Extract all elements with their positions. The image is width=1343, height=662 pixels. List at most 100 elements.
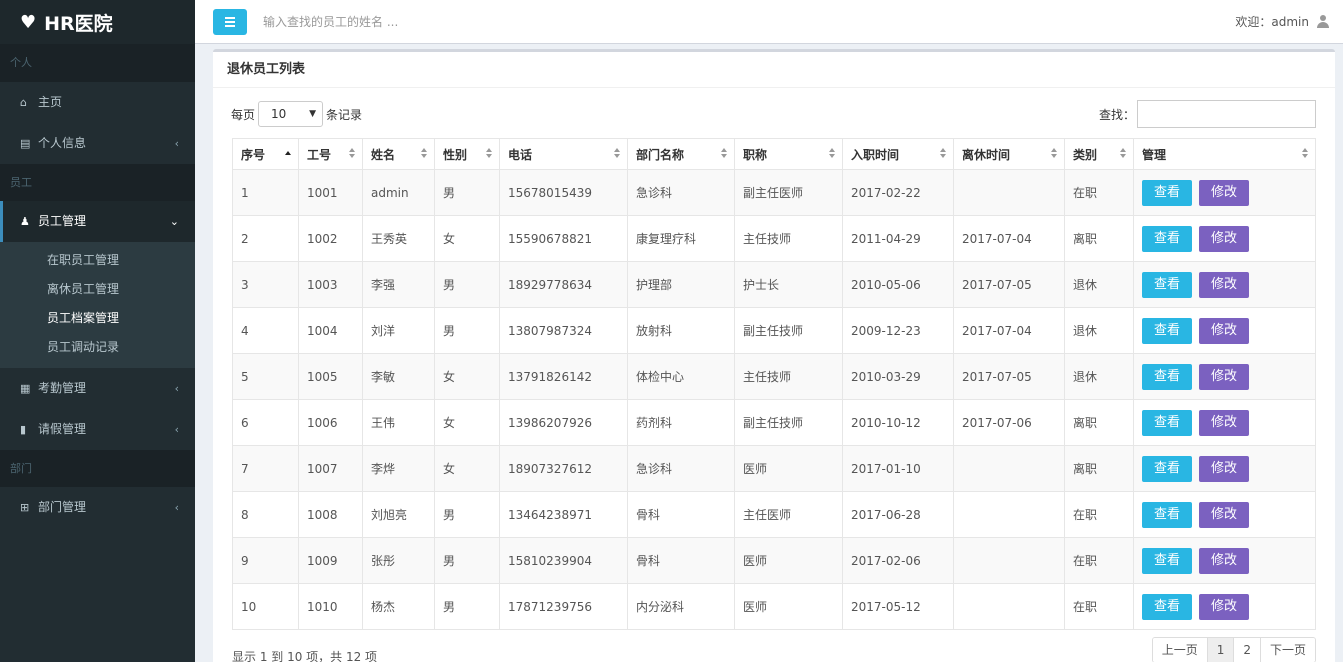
- col-header-index[interactable]: 序号: [232, 138, 299, 170]
- cell-actions: 查看 修改: [1133, 491, 1316, 538]
- col-header-label: 姓名: [371, 147, 396, 162]
- cell-title: 主任技师: [734, 353, 843, 400]
- table-search-input[interactable]: [1137, 100, 1316, 128]
- sort-icon: [721, 148, 728, 160]
- cell-title: 护士长: [734, 261, 843, 308]
- cell-dept: 体检中心: [627, 353, 735, 400]
- cell-phone: 13986207926: [499, 399, 628, 446]
- sidebar-item-label: 请假管理: [38, 422, 87, 436]
- col-header-id[interactable]: 工号: [298, 138, 363, 170]
- submenu-item-archives[interactable]: 员工档案管理: [0, 304, 195, 333]
- view-button[interactable]: 查看: [1142, 225, 1193, 252]
- chevron-down-icon: ⌄: [169, 215, 179, 228]
- cell-category: 在职: [1064, 537, 1134, 584]
- edit-button[interactable]: 修改: [1199, 409, 1250, 436]
- table-info: 显示 1 到 10 项，共 12 项: [232, 649, 378, 662]
- view-button[interactable]: 查看: [1142, 363, 1193, 390]
- cell-actions: 查看 修改: [1133, 353, 1316, 400]
- section-header-employee: 员工: [0, 164, 195, 201]
- edit-button[interactable]: 修改: [1199, 593, 1250, 620]
- view-button[interactable]: 查看: [1142, 409, 1193, 436]
- cell-title: 主任技师: [734, 215, 843, 262]
- view-button[interactable]: 查看: [1142, 593, 1193, 620]
- cell-gender: 男: [434, 537, 500, 584]
- edit-button[interactable]: 修改: [1199, 225, 1250, 252]
- col-header-gender[interactable]: 性别: [434, 138, 500, 170]
- edit-button[interactable]: 修改: [1199, 501, 1250, 528]
- cell-gender: 男: [434, 261, 500, 308]
- view-button[interactable]: 查看: [1142, 317, 1193, 344]
- cell-gender: 女: [434, 353, 500, 400]
- cell-actions: 查看 修改: [1133, 399, 1316, 446]
- cell-actions: 查看 修改: [1133, 307, 1316, 354]
- cell-category: 退休: [1064, 307, 1134, 354]
- col-header-phone[interactable]: 电话: [499, 138, 628, 170]
- page-button-2[interactable]: 2: [1233, 638, 1260, 662]
- sidebar-item-profile[interactable]: ▤ 个人信息 ‹: [0, 123, 195, 164]
- view-button[interactable]: 查看: [1142, 179, 1193, 206]
- app-logo[interactable]: ♥ HR医院: [0, 0, 195, 44]
- edit-button[interactable]: 修改: [1199, 179, 1250, 206]
- sidebar-item-leave[interactable]: ▮ 请假管理 ‹: [0, 409, 195, 450]
- submenu-item-retired-staff[interactable]: 离休员工管理: [0, 275, 195, 304]
- sitemap-icon: ⊞: [20, 501, 30, 514]
- edit-button[interactable]: 修改: [1199, 271, 1250, 298]
- sidebar: ♥ HR医院 个人 ⌂ 主页 ▤ 个人信息 ‹ 员工 ♟ 员工管理 ⌄ 在职员工…: [0, 0, 195, 662]
- view-button[interactable]: 查看: [1142, 547, 1193, 574]
- edit-button[interactable]: 修改: [1199, 317, 1250, 344]
- sidebar-item-home[interactable]: ⌂ 主页: [0, 82, 195, 123]
- col-header-label: 离休时间: [962, 147, 1011, 162]
- menu-bar: [225, 24, 235, 27]
- cell-id: 1006: [298, 399, 363, 446]
- sidebar-toggle-button[interactable]: [213, 8, 247, 35]
- submenu-item-active-staff[interactable]: 在职员工管理: [0, 246, 195, 275]
- col-header-label: 序号: [241, 147, 266, 162]
- cell-phone: 15590678821: [499, 215, 628, 262]
- cell-name: 张彤: [362, 537, 435, 584]
- sort-icon: [829, 148, 836, 160]
- page-size-select[interactable]: 10 ▼: [258, 101, 324, 127]
- col-header-name[interactable]: 姓名: [362, 138, 435, 170]
- col-header-label: 性别: [443, 147, 468, 162]
- edit-button[interactable]: 修改: [1199, 547, 1250, 574]
- chevron-left-icon: ‹: [174, 423, 179, 436]
- cell-name: 刘旭亮: [362, 491, 435, 538]
- cell-category: 离职: [1064, 215, 1134, 262]
- cell-index: 10: [232, 583, 299, 630]
- user-icon[interactable]: [1317, 15, 1329, 28]
- view-button[interactable]: 查看: [1142, 271, 1193, 298]
- sidebar-item-dept[interactable]: ⊞ 部门管理 ‹: [0, 487, 195, 528]
- cell-retire-date: [953, 537, 1065, 584]
- cell-index: 2: [232, 215, 299, 262]
- cell-id: 1003: [298, 261, 363, 308]
- col-header-actions[interactable]: 管理: [1133, 138, 1316, 170]
- edit-button[interactable]: 修改: [1199, 455, 1250, 482]
- col-header-dept[interactable]: 部门名称: [627, 138, 735, 170]
- employee-search-input[interactable]: 输入查找的员工的姓名 ...: [263, 13, 1235, 30]
- cell-hire-date: 2009-12-23: [842, 307, 954, 354]
- col-header-title[interactable]: 职称: [734, 138, 843, 170]
- cell-name: 杨杰: [362, 583, 435, 630]
- page-button-1[interactable]: 1: [1206, 638, 1234, 662]
- col-header-category[interactable]: 类别: [1064, 138, 1134, 170]
- view-button[interactable]: 查看: [1142, 501, 1193, 528]
- col-header-hire-date[interactable]: 入职时间: [842, 138, 954, 170]
- section-header-personal: 个人: [0, 44, 195, 82]
- submenu-item-transfers[interactable]: 员工调动记录: [0, 333, 195, 362]
- cell-category: 离职: [1064, 399, 1134, 446]
- prev-page-button[interactable]: 上一页: [1152, 638, 1207, 662]
- cell-id: 1008: [298, 491, 363, 538]
- welcome-text[interactable]: 欢迎：admin: [1235, 13, 1309, 30]
- col-header-retire-date[interactable]: 离休时间: [953, 138, 1065, 170]
- view-button[interactable]: 查看: [1142, 455, 1193, 482]
- sidebar-item-employee-manage[interactable]: ♟ 员工管理 ⌄: [0, 201, 195, 242]
- cell-title: 副主任技师: [734, 307, 843, 354]
- submenu-employee: 在职员工管理 离休员工管理 员工档案管理 员工调动记录: [0, 242, 195, 368]
- cell-category: 在职: [1064, 169, 1134, 216]
- sidebar-item-label: 考勤管理: [38, 381, 87, 395]
- edit-button[interactable]: 修改: [1199, 363, 1250, 390]
- next-page-button[interactable]: 下一页: [1259, 638, 1315, 662]
- cell-index: 4: [232, 307, 299, 354]
- app-name: HR医院: [44, 12, 113, 35]
- sidebar-item-attendance[interactable]: ▦ 考勤管理 ‹: [0, 368, 195, 409]
